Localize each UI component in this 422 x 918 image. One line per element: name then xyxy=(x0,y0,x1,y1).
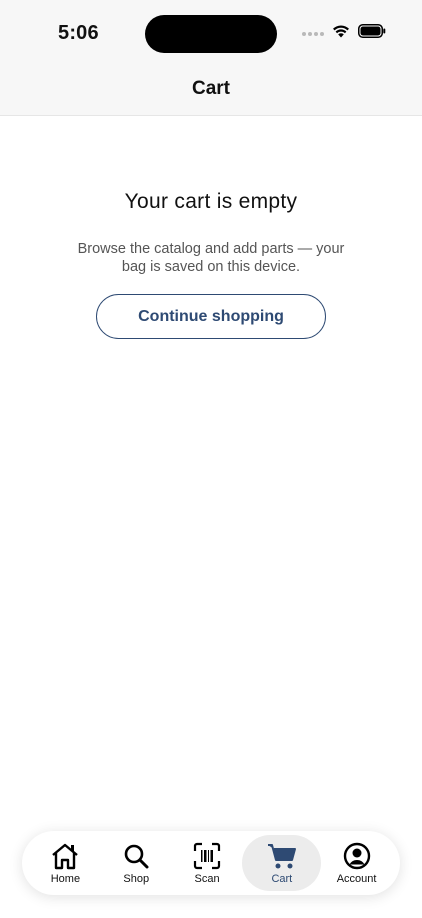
tab-account[interactable]: Account xyxy=(321,835,392,891)
page-title: Cart xyxy=(191,78,230,99)
barcode-scan-icon xyxy=(193,842,221,870)
wifi-icon xyxy=(332,24,350,43)
tab-label-home: Home xyxy=(50,872,81,885)
status-time: 5:06 xyxy=(58,22,99,44)
nav-header: Cart xyxy=(0,70,422,116)
search-icon xyxy=(122,842,150,870)
tab-label-shop: Shop xyxy=(123,872,150,885)
tab-label-cart: Cart xyxy=(271,872,293,885)
tab-bar: Home Shop Scan Cart Account xyxy=(22,831,400,895)
tab-label-scan: Scan xyxy=(194,872,220,885)
empty-cart-state: Your cart is empty Browse the catalog an… xyxy=(0,190,422,339)
continue-shopping-button[interactable]: Continue shopping xyxy=(96,294,326,339)
home-icon xyxy=(50,842,80,870)
tab-shop[interactable]: Shop xyxy=(101,835,172,891)
account-icon xyxy=(343,842,371,870)
cart-icon xyxy=(267,842,297,870)
dynamic-island xyxy=(145,15,277,53)
empty-cart-description: Browse the catalog and add parts — your … xyxy=(77,241,345,275)
empty-cart-title: Your cart is empty xyxy=(124,190,298,213)
battery-icon xyxy=(358,24,386,43)
tab-scan[interactable]: Scan xyxy=(172,835,243,891)
tab-cart[interactable]: Cart xyxy=(242,835,322,891)
status-bar: 5:06 xyxy=(0,0,422,70)
tab-label-account: Account xyxy=(336,872,377,885)
status-icons xyxy=(302,24,386,43)
signal-icon xyxy=(302,31,324,36)
tab-home[interactable]: Home xyxy=(30,835,101,891)
